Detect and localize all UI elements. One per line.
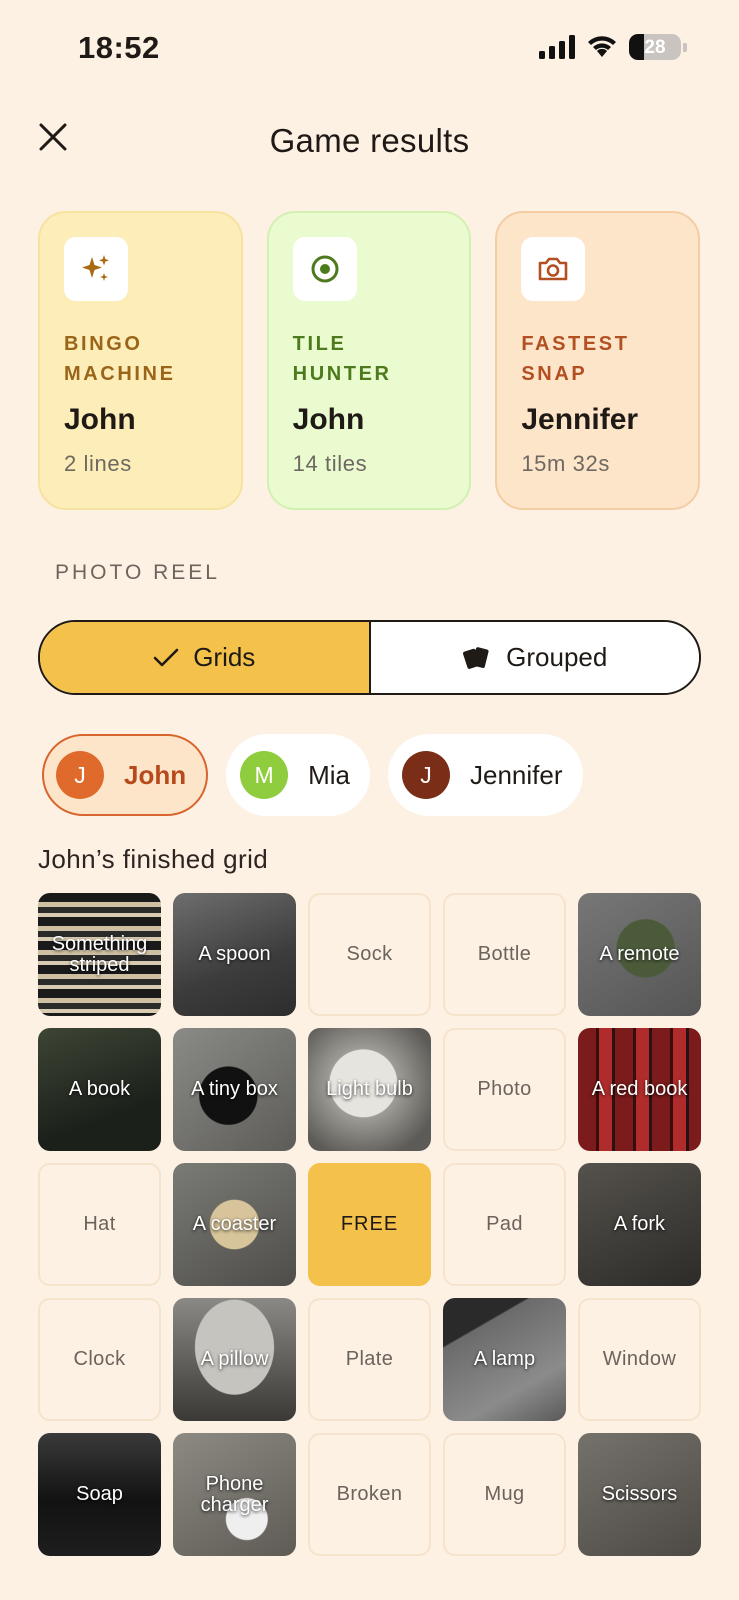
- player-chip-jennifer[interactable]: J Jennifer: [388, 734, 583, 816]
- cell-label: A fork: [613, 1213, 666, 1235]
- target-icon: [311, 255, 339, 283]
- award-winner: John: [292, 403, 365, 436]
- award-stat: 15m 32s: [521, 451, 610, 476]
- player-chip-mia[interactable]: M Mia: [226, 734, 371, 816]
- award-stat: 2 lines: [64, 451, 132, 476]
- cell-label: A coaster: [192, 1213, 277, 1235]
- award-stat: 14 tiles: [292, 451, 368, 476]
- view-option-label: Grids: [193, 642, 256, 672]
- stacked-cards-icon: [463, 646, 489, 669]
- camera-icon: [539, 257, 568, 281]
- cell-label: Window: [602, 1348, 677, 1370]
- award-card-tile-hunter[interactable]: TILE HUNTER John 14 tiles: [266, 211, 472, 510]
- battery-tip: [683, 42, 687, 52]
- cell-label: Soap: [76, 1483, 123, 1505]
- grid-cell-empty[interactable]: Sock: [308, 893, 431, 1016]
- checkmark-icon: [153, 648, 179, 666]
- award-card-fastest-snap[interactable]: FASTEST SNAP Jennifer 15m 32s: [495, 211, 701, 510]
- cell-label: Scissors: [601, 1483, 678, 1505]
- player-name: Jennifer: [470, 759, 563, 790]
- cell-label: Mug: [484, 1483, 525, 1505]
- grid-cell-photo[interactable]: A pillow: [173, 1298, 296, 1421]
- grid-cell-photo[interactable]: A spoon: [173, 893, 296, 1016]
- cellular-signal-icon: [539, 35, 575, 59]
- avatar: M: [240, 751, 289, 799]
- avatar: J: [56, 751, 104, 799]
- player-name: John: [124, 759, 187, 790]
- cell-label: Pad: [486, 1213, 523, 1235]
- award-winner: John: [64, 403, 136, 436]
- cell-label: Phone charger: [200, 1472, 269, 1516]
- cell-label: A pillow: [200, 1348, 269, 1370]
- cell-label: Plate: [345, 1348, 394, 1370]
- grid-cell-empty[interactable]: Bottle: [443, 893, 566, 1016]
- page-title: Game results: [269, 122, 470, 159]
- player-name: Mia: [308, 759, 351, 790]
- grid-cell-photo[interactable]: A coaster: [173, 1163, 296, 1286]
- cell-label: A tiny box: [191, 1078, 278, 1100]
- grid-cell-photo[interactable]: A lamp: [443, 1298, 566, 1421]
- cell-label: Light bulb: [326, 1078, 413, 1100]
- grid-cell-empty[interactable]: Plate: [308, 1298, 431, 1421]
- grid-cell-empty[interactable]: Photo: [443, 1028, 566, 1151]
- award-icon-box: [292, 237, 357, 301]
- cell-label: Sock: [346, 943, 393, 965]
- award-label: BINGO MACHINE: [64, 333, 176, 385]
- award-cards: BINGO MACHINE John 2 lines TILE HUNTER J…: [38, 211, 701, 510]
- award-icon-box: [64, 237, 128, 301]
- cell-label: Something striped: [51, 932, 148, 976]
- grid-cell-empty[interactable]: Pad: [443, 1163, 566, 1286]
- grid-cell-photo[interactable]: A tiny box: [173, 1028, 296, 1151]
- player-chip-john[interactable]: J John: [42, 734, 209, 816]
- grid-title: John’s finished grid: [38, 844, 269, 874]
- view-option-grids[interactable]: Grids: [40, 622, 369, 693]
- cell-label: A remote: [599, 943, 680, 965]
- cell-label: Hat: [83, 1213, 116, 1235]
- grid-cell-photo[interactable]: A remote: [578, 893, 701, 1016]
- cell-label: A red book: [591, 1078, 688, 1100]
- grid-cell-photo[interactable]: Phone charger: [173, 1433, 296, 1556]
- grid-cell-photo[interactable]: A book: [38, 1028, 161, 1151]
- status-time: 18:52: [78, 30, 160, 65]
- wifi-icon: [588, 36, 616, 57]
- grid-cell-photo[interactable]: A red book: [578, 1028, 701, 1151]
- view-toggle: Grids Grouped: [38, 620, 701, 695]
- grid-cell-photo[interactable]: Something striped: [38, 893, 161, 1016]
- cell-label: Clock: [73, 1348, 126, 1370]
- cell-label: Broken: [336, 1483, 403, 1505]
- grid-cell-empty[interactable]: Window: [578, 1298, 701, 1421]
- grid-cell-photo[interactable]: Soap: [38, 1433, 161, 1556]
- sparkles-icon: [82, 255, 109, 281]
- cell-label: A book: [68, 1078, 131, 1100]
- award-card-bingo-machine[interactable]: BINGO MACHINE John 2 lines: [38, 211, 243, 510]
- grid-cell-photo[interactable]: Light bulb: [308, 1028, 431, 1151]
- status-icons: 28: [539, 34, 687, 60]
- player-filter: J John M Mia J Jennifer: [42, 734, 583, 816]
- award-label: FASTEST SNAP: [521, 333, 630, 385]
- view-option-label: Grouped: [506, 642, 608, 672]
- cell-label: Photo: [477, 1078, 532, 1100]
- award-icon-box: [521, 237, 586, 301]
- grid-cell-empty[interactable]: Clock: [38, 1298, 161, 1421]
- cell-label: A spoon: [198, 943, 271, 965]
- grid-cell-empty[interactable]: Broken: [308, 1433, 431, 1556]
- cell-label: Bottle: [477, 943, 532, 965]
- avatar: J: [402, 751, 451, 799]
- grid-cell-empty[interactable]: Hat: [38, 1163, 161, 1286]
- battery-icon: 28: [629, 34, 681, 60]
- cell-label: A lamp: [473, 1348, 536, 1370]
- grid-cell-photo[interactable]: A fork: [578, 1163, 701, 1286]
- battery-level: 28: [644, 37, 666, 58]
- grid-cell-photo[interactable]: Scissors: [578, 1433, 701, 1556]
- grid-cell-empty[interactable]: Mug: [443, 1433, 566, 1556]
- photo-reel-label: PHOTO REEL: [55, 561, 220, 584]
- cell-label: FREE: [340, 1213, 399, 1235]
- status-bar: 18:52 28: [0, 0, 739, 100]
- bingo-grid: Something striped A spoon Sock Bottle A …: [38, 893, 701, 1556]
- view-option-grouped[interactable]: Grouped: [368, 622, 699, 693]
- award-label: TILE HUNTER: [292, 333, 392, 385]
- grid-cell-free: FREE: [308, 1163, 431, 1286]
- award-winner: Jennifer: [521, 403, 639, 436]
